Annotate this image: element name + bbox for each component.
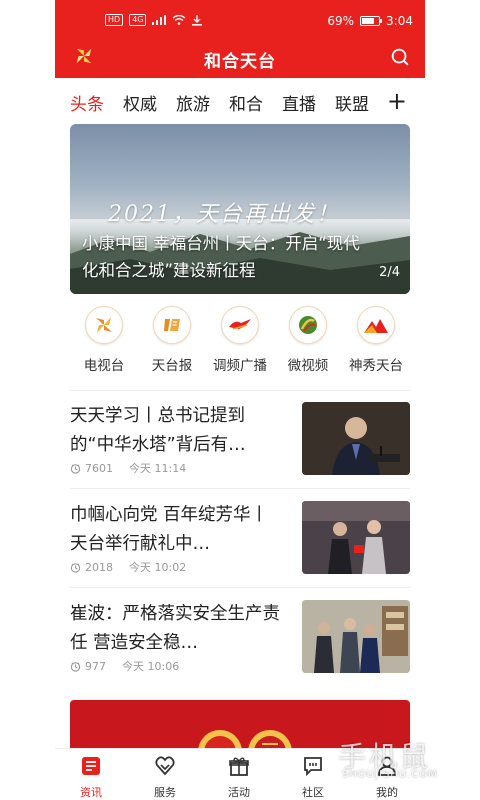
shortcut-label: 调频广播: [213, 358, 267, 374]
news-photo-inspection: [302, 600, 410, 673]
shortcut-row: 电视台 天台报 调频广播 微视频 神秀天台: [70, 306, 410, 378]
view-count: 977: [85, 659, 106, 673]
views-icon: [70, 463, 81, 474]
shortcut-label: 天台报: [151, 358, 193, 374]
download-icon: [192, 14, 203, 26]
app-screen: HD 4G 69% 3:04 和合天台 头条 权威 旅游 和合 直播 联盟 + …: [55, 0, 425, 800]
signal-icon: [152, 15, 167, 25]
divider: [70, 390, 410, 391]
views-icon: [70, 562, 81, 573]
news-item[interactable]: 天天学习丨总书记提到的“中华水塔”背后有… 7601 今天 11:14: [70, 402, 410, 476]
news-thumbnail[interactable]: [302, 600, 410, 673]
news-thumbnail[interactable]: [302, 501, 410, 574]
clock: 3:04: [386, 14, 413, 28]
publish-time: 今天 10:06: [122, 660, 180, 673]
shortcut-label: 微视频: [287, 358, 329, 374]
news-title: 天天学习丨总书记提到的“中华水塔”背后有…: [70, 406, 246, 455]
tv-station-icon: [85, 306, 123, 344]
shortcut-tv[interactable]: 电视台: [70, 306, 138, 374]
views-icon: [70, 661, 81, 672]
news-item[interactable]: 巾帼心向党 百年绽芳华丨 天台举行献礼中… 2018 今天 10:02: [70, 501, 410, 575]
tab-hehe[interactable]: 和合: [229, 90, 263, 115]
status-left: HD 4G: [105, 14, 203, 26]
shortcut-radio[interactable]: 调频广播: [206, 306, 274, 374]
top-bar: HD 4G 69% 3:04 和合天台: [55, 0, 425, 78]
banner-slogan: 2021，天台再出发！: [108, 202, 340, 227]
tab-travel[interactable]: 旅游: [176, 90, 210, 115]
app-title: 和合天台: [204, 52, 276, 72]
watermark: 手机鼠 SHOUJISHU.COM: [298, 735, 478, 790]
category-tabs: 头条 权威 旅游 和合 直播 联盟 +: [55, 86, 425, 118]
nav-service[interactable]: 服务: [135, 755, 195, 800]
network-badge: 4G: [129, 14, 147, 26]
news-title: 崔波：严格落实安全生产责任 营造安全稳…: [70, 604, 280, 653]
add-tab-button[interactable]: +: [387, 86, 407, 116]
hd-badge: HD: [105, 14, 124, 26]
news-meta: 7601 今天 11:14: [70, 460, 186, 476]
publish-time: 今天 11:14: [129, 462, 187, 475]
banner-counter: 2/4: [379, 265, 400, 280]
view-count: 2018: [85, 560, 113, 574]
micro-video-icon: [289, 306, 327, 344]
mountain-icon: [357, 306, 395, 344]
news-meta: 977 今天 10:06: [70, 658, 179, 674]
shortcut-label: 电视台: [83, 358, 125, 374]
divider: [70, 488, 410, 489]
wifi-icon: [173, 15, 186, 25]
tab-alliance[interactable]: 联盟: [335, 90, 369, 115]
nav-activity[interactable]: 活动: [209, 755, 269, 800]
nav-label: 资讯: [80, 786, 102, 799]
publish-time: 今天 10:02: [129, 561, 187, 574]
shortcut-newspaper[interactable]: 天台报: [138, 306, 206, 374]
news-meta: 2018 今天 10:02: [70, 559, 186, 575]
news-item[interactable]: 崔波：严格落实安全生产责任 营造安全稳… 977 今天 10:06: [70, 600, 410, 674]
battery-icon: [360, 16, 383, 26]
view-count: 7601: [85, 461, 113, 475]
gift-icon: [229, 757, 249, 776]
tab-live[interactable]: 直播: [282, 90, 316, 115]
tab-headlines[interactable]: 头条: [70, 90, 104, 115]
nav-label: 活动: [228, 786, 250, 799]
nav-label: 服务: [154, 786, 176, 799]
news-photo-speaker: [302, 402, 410, 475]
search-icon[interactable]: [389, 46, 411, 68]
watermark-subtext: SHOUJISHU.COM: [342, 769, 438, 780]
banner-carousel[interactable]: 2021，天台再出发！ 小康中国 幸福台州丨天台：开启“现代化和合之城”建设新征…: [70, 124, 410, 294]
app-bar: 和合天台: [55, 38, 425, 76]
tab-authority[interactable]: 权威: [123, 90, 157, 115]
battery-percent: 69%: [327, 14, 355, 28]
news-thumbnail[interactable]: [302, 402, 410, 475]
banner-caption: 小康中国 幸福台州丨天台：开启“现代化和合之城”建设新征程: [82, 234, 360, 280]
status-right: 69% 3:04: [327, 14, 413, 28]
news-title: 巾帼心向党 百年绽芳华丨 天台举行献礼中…: [70, 505, 269, 554]
newspaper-icon: [153, 306, 191, 344]
radio-icon: [221, 306, 259, 344]
status-bar: HD 4G 69% 3:04: [55, 8, 425, 32]
divider: [70, 587, 410, 588]
shortcut-label: 神秀天台: [349, 358, 403, 374]
nav-news[interactable]: 资讯: [61, 755, 121, 800]
news-icon: [82, 757, 100, 775]
service-icon: [155, 756, 175, 776]
news-photo-ceremony: [302, 501, 410, 574]
shortcut-microvideo[interactable]: 微视频: [274, 306, 342, 374]
shortcut-scenic[interactable]: 神秀天台: [342, 306, 410, 374]
